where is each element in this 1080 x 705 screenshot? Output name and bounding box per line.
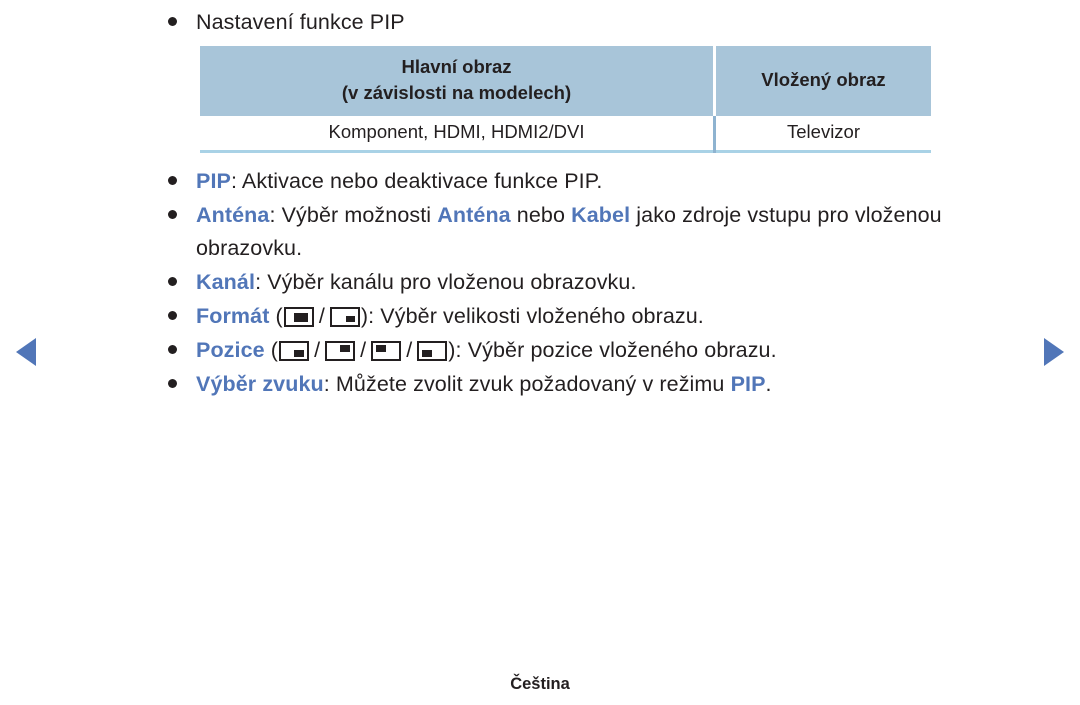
bullet-dot-icon — [168, 266, 196, 286]
icon-separator: / — [314, 338, 321, 362]
table-header-sub-image: Vložený obraz — [714, 46, 931, 116]
bullet-dot-icon — [168, 199, 196, 219]
term-label: PIP — [196, 169, 231, 193]
pip-position-top-left-icon — [371, 341, 402, 361]
open-paren: ( — [264, 338, 279, 362]
term-description: : Aktivace nebo deaktivace funkce PIP. — [230, 169, 603, 193]
term-label: Anténa — [196, 203, 270, 227]
tail-text: . — [765, 372, 772, 396]
term-description: : Výběr kanálu pro vloženou obrazovku. — [255, 270, 637, 294]
table-header-main-image-line1: Hlavní obraz — [401, 56, 512, 77]
list-item-sound-select: Výběr zvuku: Můžete zvolit zvuk požadova… — [168, 368, 968, 401]
inline-emphasis-cable: Kabel — [571, 203, 631, 227]
bullet-dot-icon — [168, 334, 196, 354]
list-item-antenna: Anténa: Výběr možnosti Anténa nebo Kabel… — [168, 199, 968, 265]
pip-position-bottom-left-icon — [417, 341, 448, 361]
open-paren: ( — [269, 304, 283, 328]
list-item-text: Kanál: Výběr kanálu pro vloženou obrazov… — [196, 266, 968, 299]
table-row: Komponent, HDMI, HDMI2/DVI Televizor — [200, 116, 931, 152]
conjunction-text: nebo — [510, 203, 572, 227]
list-item-text: PIP: Aktivace nebo deaktivace funkce PIP… — [196, 165, 968, 198]
icon-separator: / — [318, 304, 325, 328]
content-column: Nastavení funkce PIP Hlavní obraz (v záv… — [168, 6, 968, 402]
list-item-text: Výběr zvuku: Můžete zvolit zvuk požadova… — [196, 368, 968, 401]
inline-emphasis-pip: PIP — [730, 372, 766, 396]
term-description: : Můžete zvolit zvuk požadovaný v režimu — [323, 372, 731, 396]
list-item-pip: PIP: Aktivace nebo deaktivace funkce PIP… — [168, 165, 968, 198]
section-heading-row: Nastavení funkce PIP — [168, 6, 968, 39]
pip-position-bottom-right-icon — [279, 341, 310, 361]
table-header-main-image-line2: (v závislosti na modelech) — [341, 82, 572, 103]
list-item-text: Formát ( / ): Výběr velikosti vloženého ob… — [196, 300, 968, 333]
list-item-format: Formát ( / ): Výběr velikosti vloženého ob… — [168, 300, 968, 333]
footer-language-label: Čeština — [510, 675, 570, 693]
manual-page: Nastavení funkce PIP Hlavní obraz (v záv… — [0, 0, 1080, 705]
term-label: Formát — [196, 304, 270, 328]
pip-source-table-wrapper: Hlavní obraz (v závislosti na modelech) … — [200, 46, 931, 153]
table-cell-main-source: Komponent, HDMI, HDMI2/DVI — [200, 116, 716, 152]
pip-format-small-icon — [329, 307, 360, 327]
list-item-position: Pozice ( / / / ): Výběr pozice vloženého obr… — [168, 334, 968, 367]
bullet-dot-icon — [168, 165, 196, 185]
page-title: Nastavení funkce PIP — [196, 10, 405, 34]
list-item-text: Pozice ( / / / ): Výběr pozice vloženého obr… — [196, 334, 968, 367]
pip-format-large-icon — [283, 307, 314, 327]
prev-page-arrow-icon[interactable] — [16, 338, 36, 366]
bullet-dot-icon — [168, 368, 196, 388]
bullet-dot-icon — [168, 6, 196, 26]
close-paren-description: ): Výběr velikosti vloženého obrazu. — [360, 304, 704, 328]
term-label: Výběr zvuku — [196, 372, 324, 396]
next-page-arrow-icon[interactable] — [1044, 338, 1064, 366]
pip-source-table: Hlavní obraz (v závislosti na modelech) … — [200, 46, 931, 153]
close-paren-description: ): Výběr pozice vloženého obrazu. — [448, 338, 777, 362]
list-item-text: Anténa: Výběr možnosti Anténa nebo Kabel… — [196, 199, 968, 265]
pip-position-top-right-icon — [325, 341, 356, 361]
table-header-main-image: Hlavní obraz (v závislosti na modelech) — [200, 46, 716, 116]
bullet-dot-icon — [168, 300, 196, 320]
term-label: Kanál — [196, 270, 256, 294]
table-header-row: Hlavní obraz (v závislosti na modelech) … — [200, 46, 931, 116]
inline-emphasis-antenna: Anténa — [437, 203, 511, 227]
icon-separator: / — [360, 338, 367, 362]
table-cell-sub-source: Televizor — [714, 116, 931, 152]
list-item-channel: Kanál: Výběr kanálu pro vloženou obrazov… — [168, 266, 968, 299]
term-label: Pozice — [196, 338, 265, 362]
term-description: : Výběr možnosti — [269, 203, 438, 227]
icon-separator: / — [406, 338, 413, 362]
